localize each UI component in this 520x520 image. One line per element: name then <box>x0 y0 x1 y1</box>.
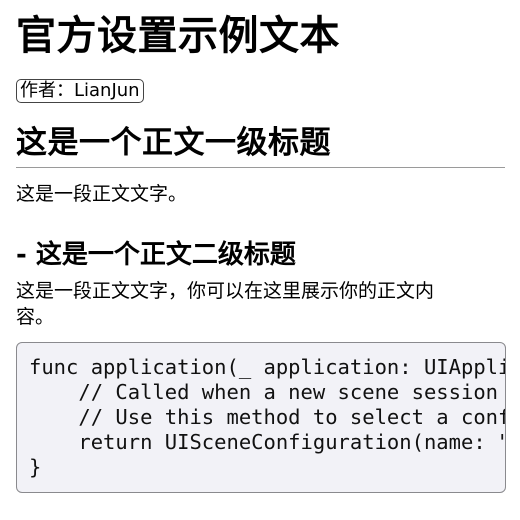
heading-level-2: - 这是一个正文二级标题 <box>16 240 296 270</box>
code-line: // Use this method to select a configura… <box>78 405 505 429</box>
document-title: 官方设置示例文本 <box>16 13 340 59</box>
paragraph-2: 这是一段正文文字，你可以在这里展示你的正文内容。 <box>16 280 435 328</box>
paragraph-1: 这是一段正文文字。 <box>16 183 188 205</box>
code-block[interactable]: func application(_ application: UIApplic… <box>16 342 506 493</box>
code-line: return UISceneConfiguration(name: "Defau… <box>78 430 505 454</box>
author-badge: 作者：LianJun <box>16 79 144 103</box>
author-row: 作者：LianJun <box>16 79 505 105</box>
document-page: 官方设置示例文本 作者：LianJun 这是一个正文一级标题 这是一段正文文字。… <box>0 0 520 520</box>
code-line: func application(_ application: UIApplic… <box>29 355 506 379</box>
code-line: } <box>29 455 42 479</box>
heading-level-1: 这是一个正文一级标题 <box>16 122 505 168</box>
code-line: // Called when a new scene session is be… <box>78 380 498 404</box>
